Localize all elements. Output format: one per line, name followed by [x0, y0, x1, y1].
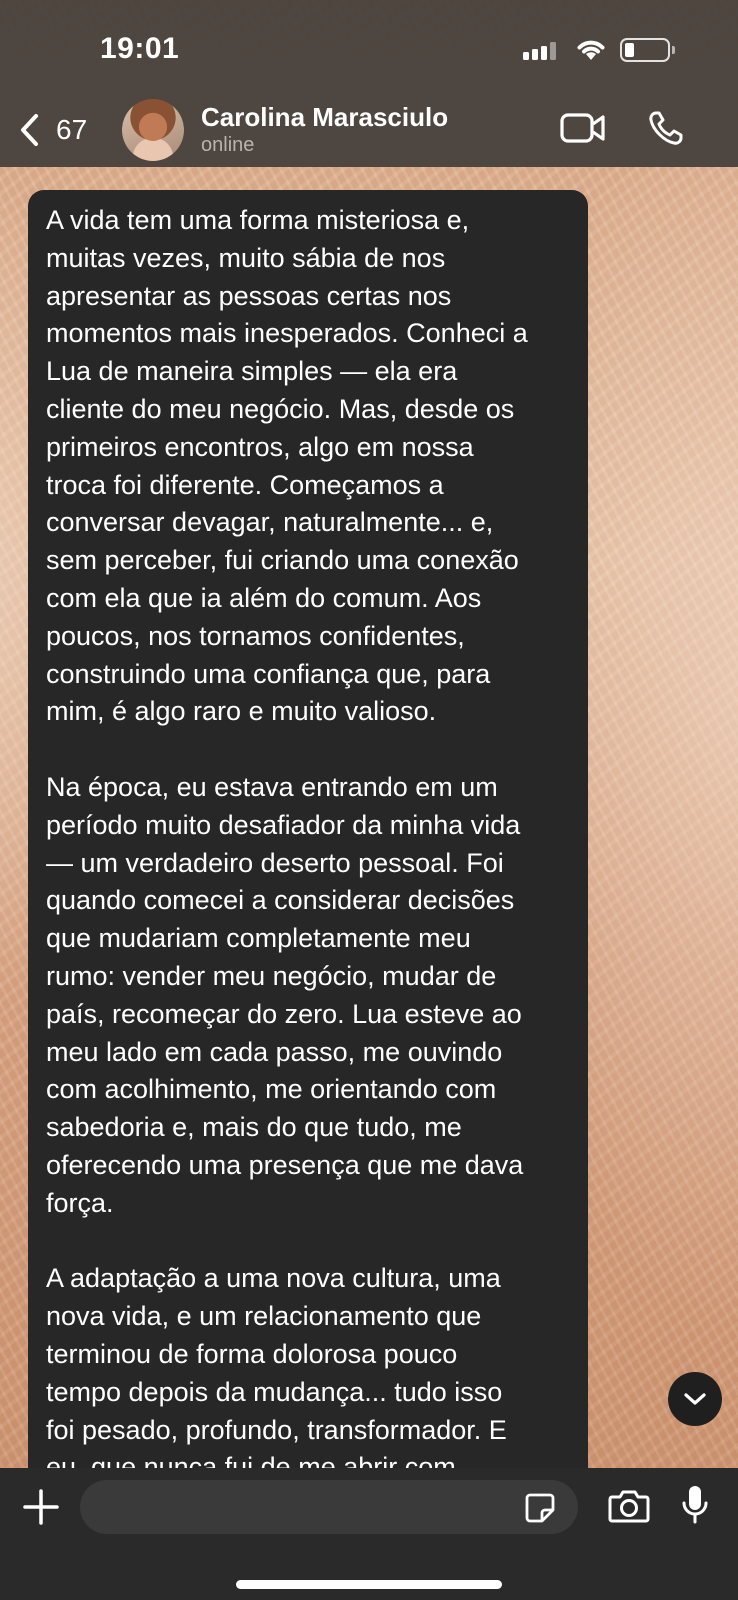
wifi-icon: [577, 40, 605, 60]
phone-icon[interactable]: [648, 110, 684, 146]
cellular-signal-icon: [523, 40, 561, 60]
message-input[interactable]: [80, 1480, 578, 1534]
message-text: A vida tem uma forma misteriosa e, muita…: [46, 205, 528, 1482]
composer-bar: [0, 1468, 738, 1600]
back-button[interactable]: 67: [18, 108, 98, 152]
microphone-icon[interactable]: [682, 1484, 708, 1526]
sticker-icon[interactable]: [524, 1492, 556, 1524]
contact-status: online: [201, 134, 255, 156]
home-indicator: [236, 1580, 502, 1589]
video-call-icon[interactable]: [560, 112, 606, 144]
scroll-to-bottom-button[interactable]: [668, 1372, 722, 1426]
camera-icon[interactable]: [608, 1488, 650, 1524]
message-bubble[interactable]: A vida tem uma forma misteriosa e, muita…: [28, 190, 588, 1510]
plus-icon[interactable]: [22, 1488, 60, 1526]
status-time: 19:01: [100, 32, 180, 65]
chat-header: 19:01 67 Carolina Marasciulo online: [0, 0, 738, 167]
chevron-left-icon: [21, 114, 38, 146]
chevron-down-icon: [684, 1393, 706, 1405]
unread-count: 67: [56, 114, 88, 145]
battery-icon: [620, 38, 675, 62]
contact-name[interactable]: Carolina Marasciulo: [201, 102, 448, 133]
contact-avatar[interactable]: [122, 99, 184, 161]
